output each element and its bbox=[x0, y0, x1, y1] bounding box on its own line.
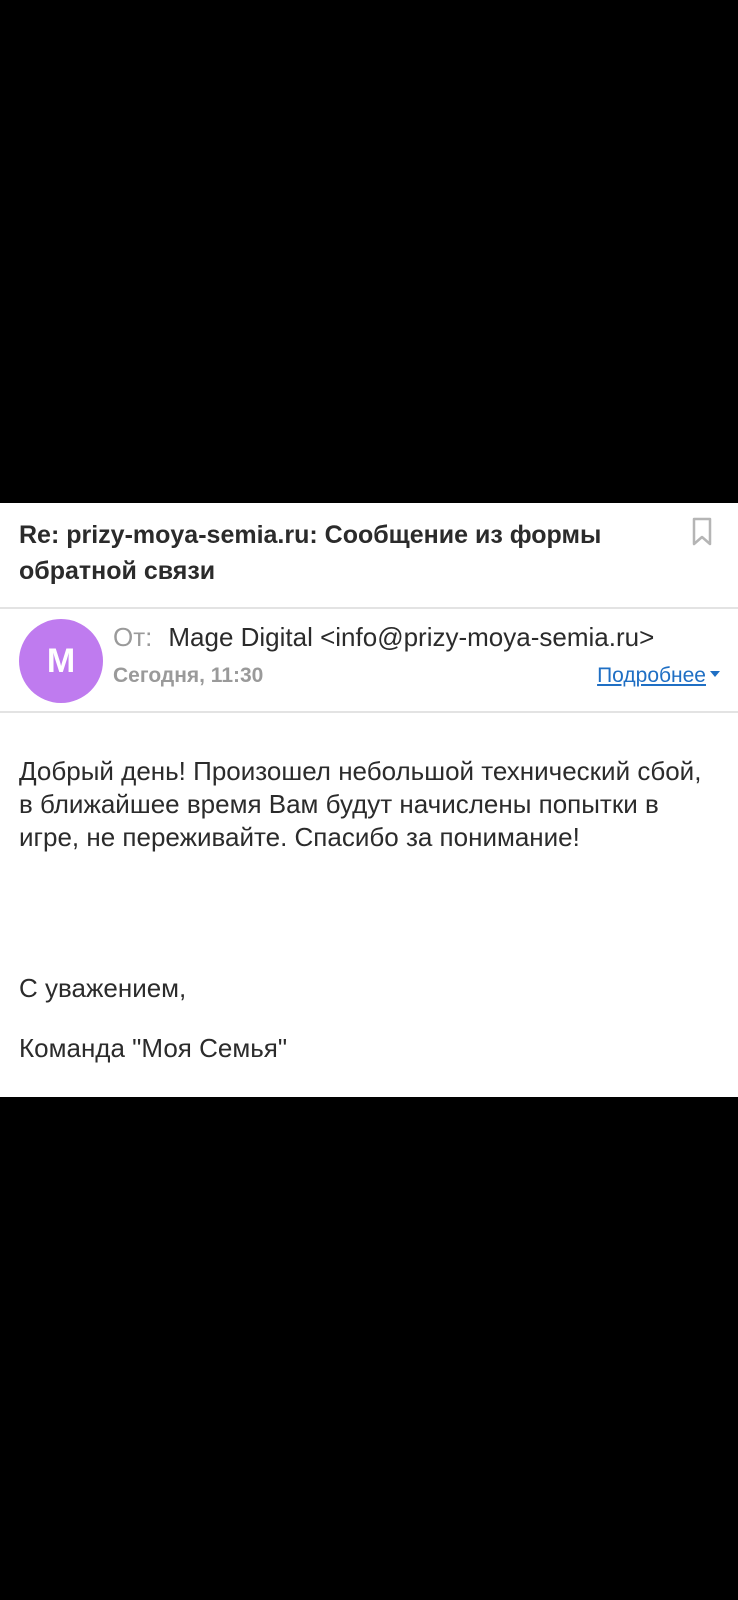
details-link[interactable]: Подробнее bbox=[597, 661, 720, 691]
body-paragraph: Добрый день! Произошел небольшой техниче… bbox=[19, 756, 702, 852]
regards-line: С уважением, bbox=[19, 973, 187, 1003]
subject-header: Re: prizy-moya-semia.ru: Сообщение из фо… bbox=[0, 503, 738, 609]
screen: Re: prizy-moya-semia.ru: Сообщение из фо… bbox=[0, 0, 738, 1600]
email-subject: Re: prizy-moya-semia.ru: Сообщение из фо… bbox=[19, 521, 602, 585]
details-label[interactable]: Подробнее bbox=[597, 664, 706, 687]
sender-header: M От: Mage Digital <info@prizy-moya-semia… bbox=[0, 609, 738, 713]
sender-address[interactable]: Mage Digital <info@prizy-moya-semia.ru> bbox=[168, 622, 654, 652]
email-card: Re: prizy-moya-semia.ru: Сообщение из фо… bbox=[0, 503, 738, 1097]
signature-line: Команда "Моя Семья" bbox=[19, 1033, 288, 1063]
chevron-down-icon[interactable] bbox=[710, 671, 720, 678]
from-line: От: Mage Digital <info@prizy-moya-semia.r… bbox=[113, 619, 733, 655]
email-date: Сегодня, 11:30 bbox=[113, 664, 264, 687]
from-label: От: bbox=[113, 622, 153, 652]
avatar[interactable]: M bbox=[19, 619, 103, 703]
bookmark-icon[interactable] bbox=[691, 517, 713, 547]
